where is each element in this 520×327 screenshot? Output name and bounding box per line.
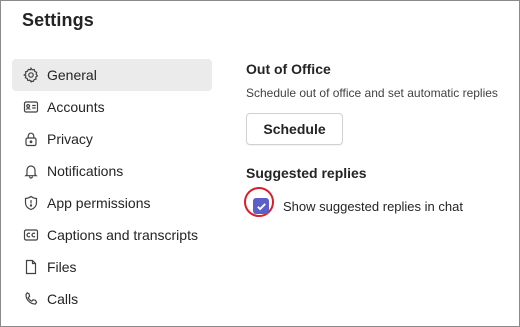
sidebar-item-files[interactable]: Files	[12, 251, 212, 283]
sidebar-item-label: General	[47, 67, 97, 83]
sidebar-item-label: Captions and transcripts	[47, 227, 198, 243]
sidebar-item-label: Files	[47, 259, 77, 275]
settings-content: Out of Office Schedule out of office and…	[244, 61, 511, 218]
sidebar-item-app-permissions[interactable]: App permissions	[12, 187, 212, 219]
sidebar-item-calls[interactable]: Calls	[12, 283, 212, 315]
sidebar-item-captions-and-transcripts[interactable]: Captions and transcripts	[12, 219, 212, 251]
out-of-office-title: Out of Office	[246, 61, 331, 77]
suggested-replies-checkbox[interactable]	[253, 198, 269, 214]
suggested-replies-checkbox-label[interactable]: Show suggested replies in chat	[283, 199, 463, 214]
sidebar-item-label: Calls	[47, 291, 79, 307]
page-title: Settings	[22, 10, 94, 30]
gear-icon	[22, 66, 40, 84]
sidebar-item-general[interactable]: General	[12, 59, 212, 91]
out-of-office-description: Schedule out of office and set automatic…	[246, 86, 498, 100]
sidebar-item-label: App permissions	[47, 195, 151, 211]
suggested-replies-option[interactable]: Show suggested replies in chat	[244, 187, 511, 218]
file-icon	[22, 258, 40, 276]
checkmark-icon	[256, 202, 266, 210]
shield-icon	[22, 194, 40, 212]
id-card-icon	[22, 98, 40, 116]
settings-sidebar: General Accounts Privacy Notifications A…	[12, 59, 212, 315]
phone-icon	[22, 290, 40, 308]
schedule-button[interactable]: Schedule	[246, 113, 343, 145]
sidebar-item-label: Notifications	[47, 163, 124, 179]
sidebar-item-notifications[interactable]: Notifications	[12, 155, 212, 187]
sidebar-item-label: Accounts	[47, 99, 105, 115]
settings-window: Settings General Accounts Privacy Notifi…	[0, 0, 520, 327]
sidebar-item-accounts[interactable]: Accounts	[12, 91, 212, 123]
closed-captions-icon	[22, 226, 40, 244]
sidebar-item-privacy[interactable]: Privacy	[12, 123, 212, 155]
sidebar-item-label: Privacy	[47, 131, 93, 147]
lock-icon	[22, 130, 40, 148]
bell-icon	[22, 162, 40, 180]
suggested-replies-title: Suggested replies	[246, 165, 367, 181]
